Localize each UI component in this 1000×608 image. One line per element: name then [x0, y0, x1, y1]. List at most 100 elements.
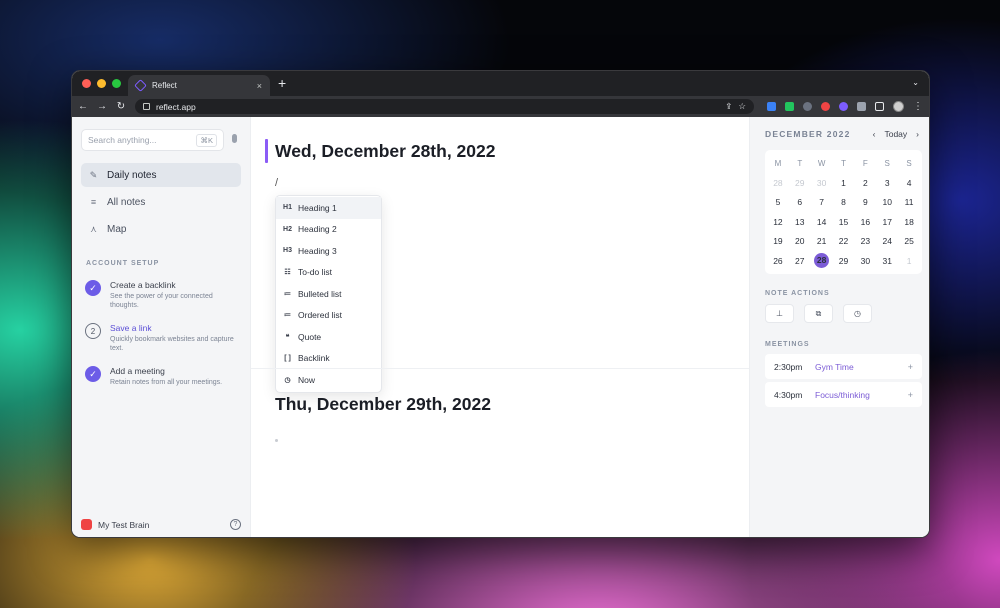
back-button[interactable]: ← — [78, 101, 88, 112]
calendar-day[interactable]: 29 — [789, 178, 811, 188]
sidebar: Search anything... ⌘K ✎ Daily notes ≡ Al… — [72, 117, 251, 537]
menu-item-heading-2[interactable]: H2 Heading 2 — [276, 219, 381, 241]
address-bar[interactable]: reflect.app ⇪ ☆ — [135, 99, 754, 114]
help-icon[interactable]: ? — [230, 519, 241, 530]
sidebar-item-daily-notes[interactable]: ✎ Daily notes — [81, 163, 241, 187]
calendar-day[interactable]: 25 — [898, 236, 920, 246]
calendar-day[interactable]: 24 — [876, 236, 898, 246]
calendar-day[interactable]: 20 — [789, 236, 811, 246]
reload-button[interactable]: ↻ — [116, 101, 126, 112]
chrome-menu-icon[interactable]: ⋮ — [913, 101, 923, 112]
menu-item-heading-1[interactable]: H1 Heading 1 — [276, 197, 381, 219]
calendar-day[interactable]: 15 — [833, 217, 855, 227]
meeting-item[interactable]: 2:30pm Gym Time + — [765, 354, 922, 380]
calendar-day[interactable]: 30 — [854, 256, 876, 266]
new-tab-button[interactable]: + — [278, 75, 286, 91]
menu-item-todo-list[interactable]: ☷ To-do list — [276, 262, 381, 284]
browser-tab[interactable]: Reflect × — [128, 75, 270, 96]
side-panel-icon[interactable] — [875, 102, 884, 111]
bookmark-star-icon[interactable]: ☆ — [738, 101, 746, 112]
window-controls — [82, 79, 121, 88]
search-placeholder: Search anything... — [88, 135, 157, 145]
heading-2-icon: H2 — [283, 225, 292, 233]
menu-item-ordered-list[interactable]: ≔ Ordered list — [276, 305, 381, 327]
green-extension-icon[interactable] — [785, 102, 794, 111]
calendar-day[interactable]: 1 — [833, 178, 855, 188]
menu-item-quote[interactable]: ❝ Quote — [276, 326, 381, 348]
check-icon: ✓ — [85, 280, 101, 296]
close-window-button[interactable] — [82, 79, 91, 88]
history-button[interactable]: ◷ — [843, 304, 872, 324]
brain-switcher[interactable]: My Test Brain ? — [81, 519, 241, 530]
calendar-day[interactable]: 9 — [854, 197, 876, 207]
calendar-day[interactable]: 28 — [811, 253, 833, 269]
forward-button[interactable]: → — [97, 101, 107, 112]
open-external-button[interactable]: ⧉ — [804, 304, 833, 324]
maximize-window-button[interactable] — [112, 79, 121, 88]
menu-item-now[interactable]: ◷ Now — [276, 369, 381, 391]
calendar-day[interactable]: 29 — [833, 256, 855, 266]
calendar-day[interactable]: 11 — [898, 197, 920, 207]
purple-extension-icon[interactable] — [839, 102, 848, 111]
empty-paragraph-dot[interactable] — [275, 439, 278, 442]
calendar-prev-icon[interactable]: ‹ — [873, 129, 876, 139]
calendar-day[interactable]: 16 — [854, 217, 876, 227]
translate-extension-icon[interactable] — [767, 102, 776, 111]
calendar-day[interactable]: 1 — [898, 256, 920, 266]
calendar-day[interactable]: 19 — [767, 236, 789, 246]
calendar-day[interactable]: 10 — [876, 197, 898, 207]
sidebar-item-all-notes[interactable]: ≡ All notes — [81, 190, 241, 214]
calendar-day[interactable]: 23 — [854, 236, 876, 246]
calendar-day[interactable]: 2 — [854, 178, 876, 188]
pin-note-button[interactable]: ⊥ — [765, 304, 794, 324]
calendar-day[interactable]: 28 — [767, 178, 789, 188]
calendar-day[interactable]: 31 — [876, 256, 898, 266]
sidebar-item-map[interactable]: ⋏ Map — [81, 217, 241, 241]
meetings-heading: MEETINGS — [765, 341, 810, 349]
calendar-day[interactable]: 22 — [833, 236, 855, 246]
minimize-window-button[interactable] — [97, 79, 106, 88]
calendar-day[interactable]: 30 — [811, 178, 833, 188]
calendar-day[interactable]: 6 — [789, 197, 811, 207]
backlink-brackets-icon: [ ] — [284, 354, 291, 362]
calendar-day[interactable]: 18 — [898, 217, 920, 227]
tab-search-icon[interactable]: ⌄ — [912, 78, 919, 87]
calendar-day[interactable]: 21 — [811, 236, 833, 246]
right-panel: DECEMBER 2022 ‹ Today › M T W T F S S 28… — [749, 117, 929, 537]
calendar-day[interactable]: 26 — [767, 256, 789, 266]
note-title-dec-29[interactable]: Thu, December 29th, 2022 — [275, 394, 491, 415]
calendar-day[interactable]: 17 — [876, 217, 898, 227]
calendar-day[interactable]: 8 — [833, 197, 855, 207]
setup-item-title: Create a backlink — [110, 280, 176, 290]
menu-item-backlink[interactable]: [ ] Backlink — [276, 348, 381, 370]
red-extension-icon[interactable] — [821, 102, 830, 111]
slash-command-text[interactable]: / — [275, 177, 278, 189]
note-title-dec-28[interactable]: Wed, December 28th, 2022 — [275, 141, 495, 162]
menu-item-bulleted-list[interactable]: ≔ Bulleted list — [276, 283, 381, 305]
tab-close-icon[interactable]: × — [257, 81, 262, 91]
calendar-day[interactable]: 12 — [767, 217, 789, 227]
calendar-day[interactable]: 13 — [789, 217, 811, 227]
info-extension-icon[interactable] — [803, 102, 812, 111]
calendar-day[interactable]: 27 — [789, 256, 811, 266]
puzzle-extensions-icon[interactable] — [857, 102, 866, 111]
share-icon[interactable]: ⇪ — [725, 101, 732, 112]
calendar-day[interactable]: 14 — [811, 217, 833, 227]
profile-avatar[interactable] — [893, 101, 904, 112]
add-meeting-note-icon[interactable]: + — [908, 362, 913, 372]
meetings-list: 2:30pm Gym Time + 4:30pm Focus/thinking … — [765, 354, 922, 408]
meeting-item[interactable]: 4:30pm Focus/thinking + — [765, 382, 922, 408]
calendar-day[interactable]: 5 — [767, 197, 789, 207]
setup-item-backlink[interactable]: ✓ Create a backlink See the power of you… — [85, 280, 241, 310]
calendar-day[interactable]: 4 — [898, 178, 920, 188]
calendar-today-button[interactable]: Today — [884, 129, 907, 139]
setup-item-save-link[interactable]: 2 Save a link Quickly bookmark websites … — [85, 323, 241, 353]
search-input[interactable]: Search anything... ⌘K — [81, 129, 224, 151]
add-meeting-note-icon[interactable]: + — [908, 390, 913, 400]
calendar-day[interactable]: 3 — [876, 178, 898, 188]
menu-item-heading-3[interactable]: H3 Heading 3 — [276, 240, 381, 262]
calendar-next-icon[interactable]: › — [916, 129, 919, 139]
calendar-day[interactable]: 7 — [811, 197, 833, 207]
microphone-icon[interactable] — [232, 134, 237, 143]
setup-item-meeting[interactable]: ✓ Add a meeting Retain notes from all yo… — [85, 366, 241, 387]
